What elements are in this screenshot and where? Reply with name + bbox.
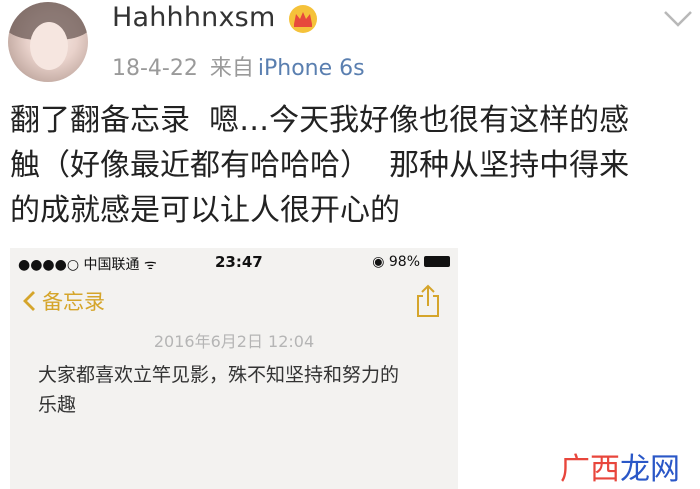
notes-nav-bar: 备忘录 [10,282,458,322]
share-icon[interactable] [414,284,442,318]
from-label: 来自 [209,56,254,81]
battery-level: 98% [388,254,420,270]
battery-status: ◉ 98% [372,254,450,270]
watermark-part1: 广西 [560,452,620,487]
watermark-part2: 龙网 [620,452,680,487]
note-body: 大家都喜欢立竿见影，殊不知坚持和努力的 乐趣 [38,364,400,416]
status-bar: ●●●●○ 中国联通 ᯤ 23:47 ◉ 98% [10,248,458,276]
post-date: 18-4-22 [112,56,198,81]
avatar-face [30,22,68,70]
avatar[interactable] [8,2,88,82]
post-meta: 18-4-22 来自 iPhone 6s [112,50,365,82]
battery-icon [424,256,450,267]
post-text: 翻了翻备忘录 嗯…今天我好像也很有这样的感 触（好像最近都有哈哈哈） 那种从坚持… [10,103,630,228]
back-chevron-icon [23,291,35,311]
watermark: 广西龙网 [560,444,680,488]
carrier: ●●●●○ 中国联通 ᯤ [18,257,157,273]
crown-icon [289,5,317,33]
status-time: 23:47 [215,253,263,271]
note-date: 2016年6月2日 12:04 [153,332,315,351]
username[interactable]: Hahhhnxsm [112,2,275,33]
chevron-down-icon[interactable] [662,8,694,30]
attached-screenshot[interactable]: ●●●●○ 中国联通 ᯤ 23:47 ◉ 98% 备忘录 2016年6月2日 1… [10,248,458,489]
back-button[interactable]: 备忘录 [22,286,105,316]
back-label: 备忘录 [42,290,105,314]
post-source[interactable]: iPhone 6s [258,56,365,81]
